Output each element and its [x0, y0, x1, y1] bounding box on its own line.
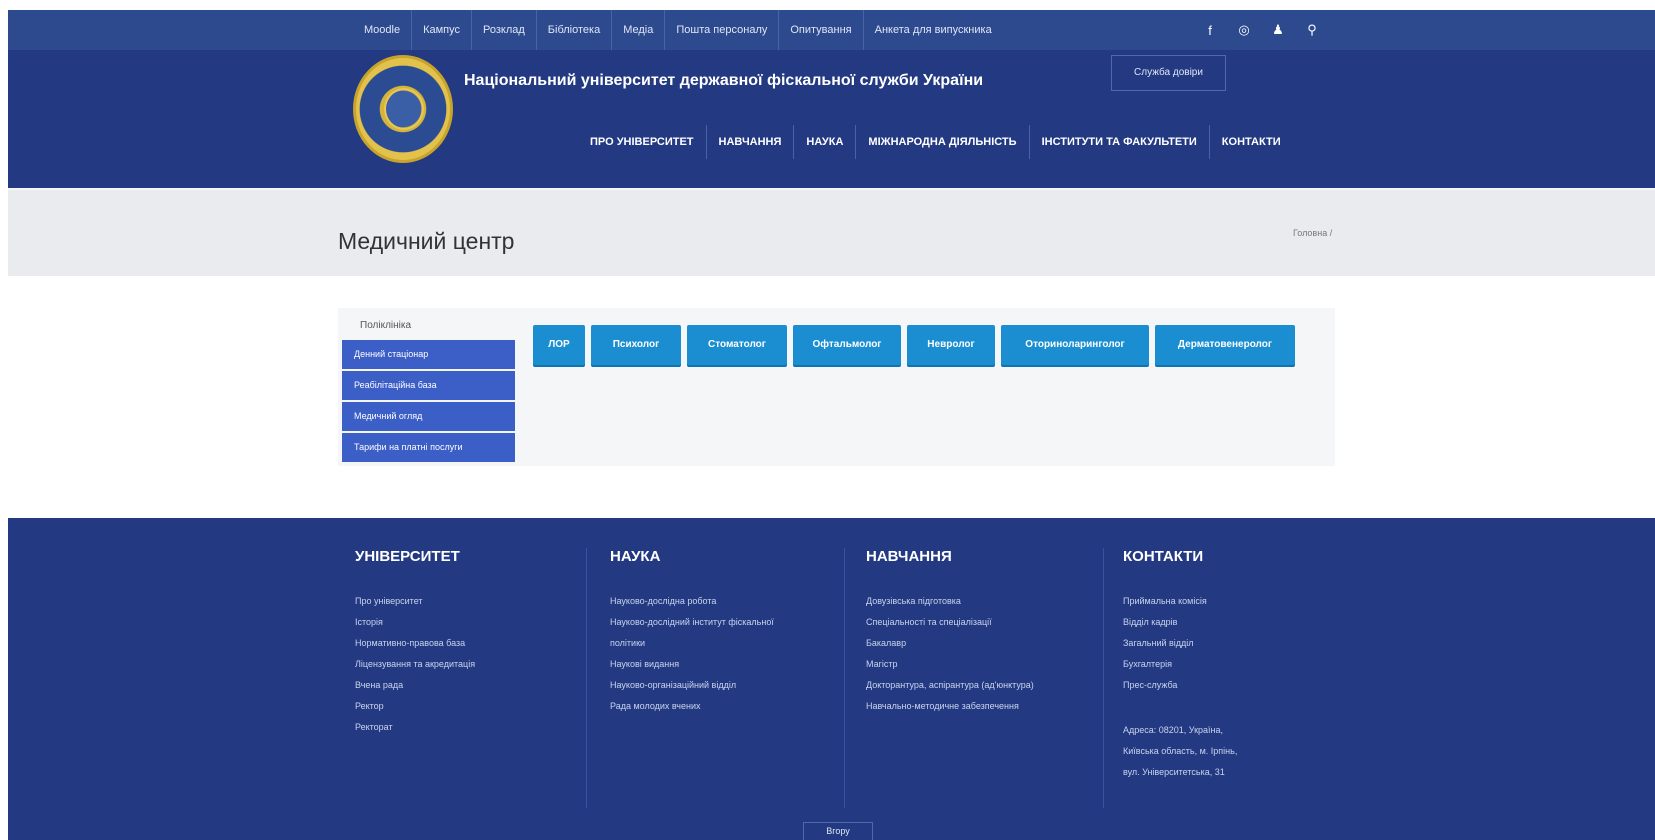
- footer-link[interactable]: політики: [610, 633, 850, 654]
- footer-column-university: УНІВЕРСИТЕТ Про університет Історія Норм…: [355, 548, 595, 738]
- doctor-tabs: ЛОР Психолог Стоматолог Офтальмолог Невр…: [533, 325, 1295, 365]
- footer-heading: КОНТАКТИ: [1123, 548, 1204, 565]
- footer-heading: УНІВЕРСИТЕТ: [355, 548, 460, 565]
- page-title: Медичний центр: [338, 228, 515, 254]
- footer-link[interactable]: Загальний відділ: [1123, 633, 1363, 654]
- trust-service-button[interactable]: Служба довіри: [1111, 55, 1226, 91]
- user-icon[interactable]: ♟: [1271, 22, 1285, 38]
- logo-emblem: [384, 88, 424, 130]
- tab-ophthalmologist[interactable]: Офтальмолог: [793, 325, 901, 365]
- top-link-schedule[interactable]: Розклад: [472, 10, 537, 50]
- page: Moodle Кампус Розклад Бібліотека Медіа П…: [0, 0, 1655, 840]
- footer-heading: НАУКА: [610, 548, 661, 565]
- footer-link[interactable]: Про університет: [355, 591, 595, 612]
- nav-international[interactable]: МІЖНАРОДНА ДІЯЛЬНІСТЬ: [856, 125, 1030, 159]
- sidebar-heading[interactable]: Поліклініка: [360, 320, 411, 331]
- tab-otolaryngologist[interactable]: Оториноларинголог: [1001, 325, 1149, 365]
- top-link-graduate-form[interactable]: Анкета для випускника: [864, 10, 1003, 50]
- site-title[interactable]: Національний університет державної фіска…: [464, 72, 983, 90]
- footer-link[interactable]: Магістр: [866, 654, 1106, 675]
- top-link-media[interactable]: Медіа: [612, 10, 666, 50]
- footer-link[interactable]: Наукові видання: [610, 654, 850, 675]
- footer-link[interactable]: Бакалавр: [866, 633, 1106, 654]
- site-footer: УНІВЕРСИТЕТ Про університет Історія Норм…: [8, 518, 1655, 840]
- footer-link[interactable]: Ліцензування та акредитація: [355, 654, 595, 675]
- scroll-to-top-button[interactable]: Вгору: [803, 822, 873, 840]
- footer-divider: [1103, 548, 1104, 808]
- footer-link[interactable]: Докторантура, аспірантура (ад'юнктура): [866, 675, 1106, 696]
- top-links: Moodle Кампус Розклад Бібліотека Медіа П…: [353, 10, 1003, 50]
- footer-link[interactable]: Бухгалтерія: [1123, 654, 1363, 675]
- facebook-icon[interactable]: f: [1203, 23, 1217, 38]
- footer-link[interactable]: Прес-служба: [1123, 675, 1363, 696]
- search-icon[interactable]: ⚲: [1305, 22, 1319, 38]
- site-header: Національний університет державної фіска…: [8, 50, 1655, 188]
- tab-dentist[interactable]: Стоматолог: [687, 325, 787, 365]
- tab-ent[interactable]: ЛОР: [533, 325, 585, 365]
- top-utility-bar: Moodle Кампус Розклад Бібліотека Медіа П…: [8, 10, 1655, 50]
- footer-link[interactable]: Ректорат: [355, 717, 595, 738]
- top-link-library[interactable]: Бібліотека: [537, 10, 613, 50]
- tab-neurologist[interactable]: Невролог: [907, 325, 995, 365]
- footer-link[interactable]: Ректор: [355, 696, 595, 717]
- address-line: вул. Університетська, 31: [1123, 767, 1225, 777]
- top-link-moodle[interactable]: Moodle: [353, 10, 413, 50]
- university-logo[interactable]: [353, 55, 453, 163]
- footer-link[interactable]: Історія: [355, 612, 595, 633]
- footer-link[interactable]: Довузівська підготовка: [866, 591, 1106, 612]
- footer-link[interactable]: Спеціальності та спеціалізації: [866, 612, 1106, 633]
- footer-heading: НАВЧАННЯ: [866, 548, 952, 565]
- tab-psychologist[interactable]: Психолог: [591, 325, 681, 365]
- footer-address: Адреса: 08201, Україна, Київська область…: [1123, 720, 1363, 783]
- nav-institutes[interactable]: ІНСТИТУТИ ТА ФАКУЛЬТЕТИ: [1030, 125, 1210, 159]
- footer-link[interactable]: Науково-організаційний відділ: [610, 675, 850, 696]
- nav-about[interactable]: ПРО УНІВЕРСИТЕТ: [578, 125, 707, 159]
- nav-contacts[interactable]: КОНТАКТИ: [1210, 125, 1293, 159]
- sidebar-item-medical-exam[interactable]: Медичний огляд: [342, 402, 515, 431]
- nav-study[interactable]: НАВЧАННЯ: [707, 125, 795, 159]
- breadcrumb[interactable]: Головна /: [1293, 228, 1332, 238]
- footer-link[interactable]: Рада молодих вчених: [610, 696, 850, 717]
- top-link-campus[interactable]: Кампус: [412, 10, 472, 50]
- main-nav: ПРО УНІВЕРСИТЕТ НАВЧАННЯ НАУКА МІЖНАРОДН…: [578, 125, 1293, 159]
- footer-divider: [844, 548, 845, 808]
- top-link-staff-mail[interactable]: Пошта персоналу: [665, 10, 780, 50]
- tab-dermatologist[interactable]: Дерматовенеролог: [1155, 325, 1295, 365]
- address-line: Київська область, м. Ірпінь,: [1123, 746, 1238, 756]
- sidebar-menu: Денний стаціонар Реабілітаційна база Мед…: [342, 340, 515, 464]
- footer-link[interactable]: Нормативно-правова база: [355, 633, 595, 654]
- nav-science[interactable]: НАУКА: [794, 125, 857, 159]
- address-line: Адреса: 08201, Україна,: [1123, 725, 1224, 735]
- footer-link[interactable]: Приймальна комісія: [1123, 591, 1363, 612]
- footer-link[interactable]: Науково-дослідна робота: [610, 591, 850, 612]
- footer-column-study: НАВЧАННЯ Довузівська підготовка Спеціаль…: [866, 548, 1106, 717]
- footer-column-science: НАУКА Науково-дослідна робота Науково-до…: [610, 548, 850, 717]
- footer-link[interactable]: Навчально-методичне забезпечення: [866, 696, 1106, 717]
- footer-link[interactable]: Вчена рада: [355, 675, 595, 696]
- sidebar-item-day-hospital[interactable]: Денний стаціонар: [342, 340, 515, 369]
- footer-link[interactable]: Відділ кадрів: [1123, 612, 1363, 633]
- footer-column-contacts: КОНТАКТИ Приймальна комісія Відділ кадрі…: [1123, 548, 1363, 783]
- instagram-icon[interactable]: ◎: [1237, 22, 1251, 38]
- top-icons: f ◎ ♟ ⚲: [1203, 10, 1319, 50]
- footer-divider: [586, 548, 587, 808]
- sidebar-item-rehab-base[interactable]: Реабілітаційна база: [342, 371, 515, 400]
- top-link-survey[interactable]: Опитування: [779, 10, 864, 50]
- page-title-band: Медичний центр Головна /: [8, 188, 1655, 276]
- footer-link[interactable]: Науково-дослідний інститут фіскальної: [610, 612, 850, 633]
- sidebar-item-paid-services[interactable]: Тарифи на платні послуги: [342, 433, 515, 462]
